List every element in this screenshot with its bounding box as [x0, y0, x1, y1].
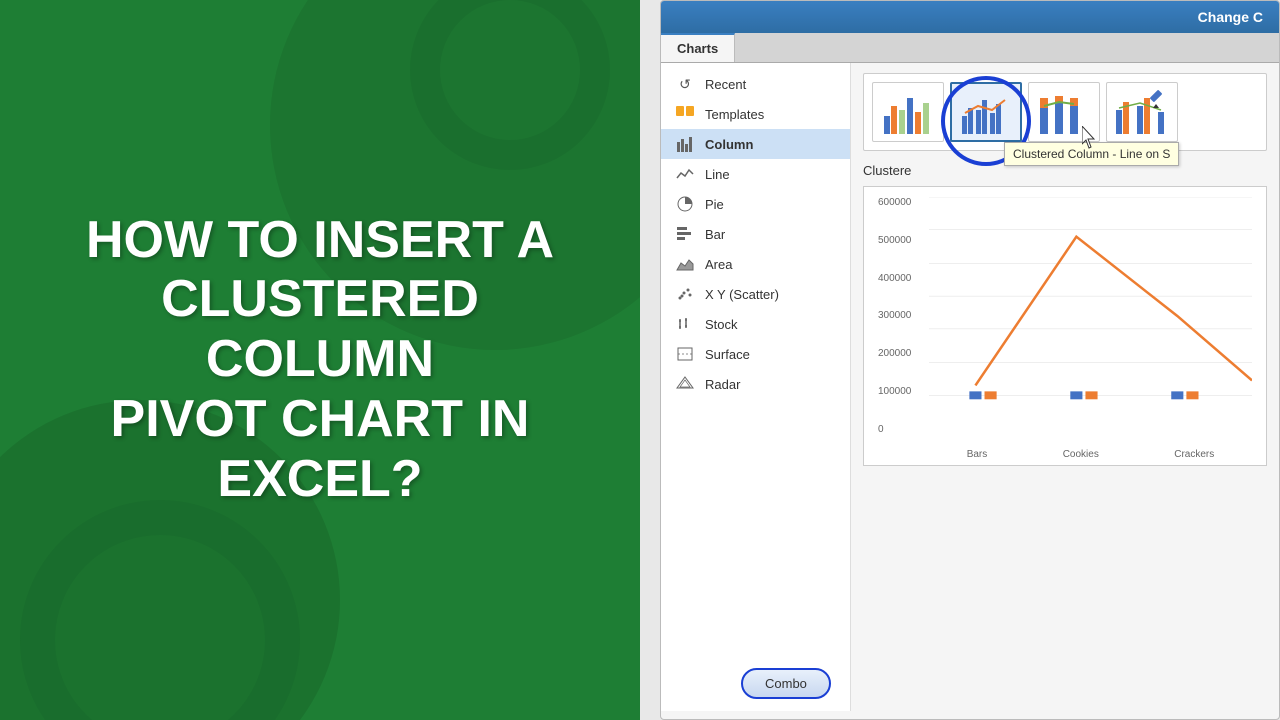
chart-canvas [929, 197, 1252, 435]
scatter-chart-icon [675, 286, 695, 302]
y-axis-labels: 600000 500000 400000 300000 200000 10000… [878, 197, 911, 435]
sidebar-item-radar[interactable]: Radar [661, 369, 850, 399]
chart-tooltip: Clustered Column - Line on S [1004, 142, 1179, 166]
sidebar-item-stock[interactable]: Stock [661, 309, 850, 339]
chart-thumb-custom[interactable] [1106, 82, 1178, 142]
tab-charts[interactable]: Charts [661, 33, 735, 62]
sidebar-item-recent-label: Recent [705, 77, 746, 92]
decorative-curve-top [410, 0, 610, 170]
y-label-5: 500000 [878, 235, 911, 246]
sidebar-item-xy-label: X Y (Scatter) [705, 287, 779, 302]
hero-title: HOW TO INSERT A CLUSTERED COLUMN PIVOT C… [40, 211, 600, 510]
column-chart-icon [675, 136, 695, 152]
sidebar-item-line-label: Line [705, 167, 730, 182]
hero-text-block: HOW TO INSERT A CLUSTERED COLUMN PIVOT C… [0, 171, 640, 550]
chart-type-row: Clustered Column - Line on S [863, 73, 1267, 151]
sidebar-item-templates-label: Templates [705, 107, 764, 122]
y-label-4: 400000 [878, 273, 911, 284]
bar-chart-icon [675, 226, 695, 242]
dialog-title-bar: Change C [661, 1, 1279, 33]
pie-chart-icon [675, 196, 695, 212]
radar-chart-icon [675, 376, 695, 392]
sidebar-item-column-label: Column [705, 137, 753, 152]
x-label-crackers: Crackers [1174, 449, 1214, 460]
dialog-title: Change C [1198, 9, 1263, 25]
chart-thumb-clustered-column[interactable] [872, 82, 944, 142]
sidebar-item-surface[interactable]: Surface [661, 339, 850, 369]
sidebar-item-stock-label: Stock [705, 317, 738, 332]
sidebar-item-templates[interactable]: Templates [661, 99, 850, 129]
title-line1: HOW TO INSERT A [86, 211, 554, 269]
chart-type-sidebar: ↺ Recent Templates [661, 63, 851, 711]
dialog-tabs: Charts [661, 33, 1279, 63]
dialog-chart-area: Clustered Column - Line on S Clustere [851, 63, 1279, 711]
x-label-cookies: Cookies [1063, 449, 1099, 460]
y-label-1: 100000 [878, 386, 911, 397]
chart-thumb-stacked-column-line[interactable] [1028, 82, 1100, 142]
sidebar-item-pie-label: Pie [705, 197, 724, 212]
sidebar-item-radar-label: Radar [705, 377, 740, 392]
mini-chart-preview: 600000 500000 400000 300000 200000 10000… [863, 186, 1267, 466]
title-line3: PIVOT CHART IN [111, 390, 530, 448]
surface-chart-icon [675, 346, 695, 362]
chart-thumb-column-line[interactable] [950, 82, 1022, 142]
dialog-body: ↺ Recent Templates [661, 63, 1279, 711]
sidebar-item-xy[interactable]: X Y (Scatter) [661, 279, 850, 309]
y-label-6: 600000 [878, 197, 911, 208]
sidebar-item-recent[interactable]: ↺ Recent [661, 69, 850, 99]
y-label-3: 300000 [878, 310, 911, 321]
sidebar-item-surface-label: Surface [705, 347, 750, 362]
sidebar-item-column[interactable]: Column [661, 129, 850, 159]
recent-icon: ↺ [675, 76, 695, 92]
stock-chart-icon [675, 316, 695, 332]
sidebar-item-pie[interactable]: Pie [661, 189, 850, 219]
sidebar-item-area[interactable]: Area [661, 249, 850, 279]
title-line4: EXCEL? [217, 450, 422, 508]
y-label-2: 200000 [878, 348, 911, 359]
sidebar-item-bar-label: Bar [705, 227, 725, 242]
left-panel: HOW TO INSERT A CLUSTERED COLUMN PIVOT C… [0, 0, 640, 720]
title-line2: CLUSTERED COLUMN [161, 270, 479, 388]
sidebar-item-area-label: Area [705, 257, 732, 272]
x-label-bars: Bars [967, 449, 988, 460]
sidebar-item-bar[interactable]: Bar [661, 219, 850, 249]
templates-icon [675, 106, 695, 122]
sidebar-item-line[interactable]: Line [661, 159, 850, 189]
area-chart-icon [675, 256, 695, 272]
y-label-0: 0 [878, 424, 911, 435]
x-axis-labels: Bars Cookies Crackers [929, 449, 1252, 460]
line-chart-icon [675, 166, 695, 182]
excel-dialog: Change C Charts ↺ Recent Templates [660, 0, 1280, 720]
right-panel: Change C Charts ↺ Recent Templates [640, 0, 1280, 720]
